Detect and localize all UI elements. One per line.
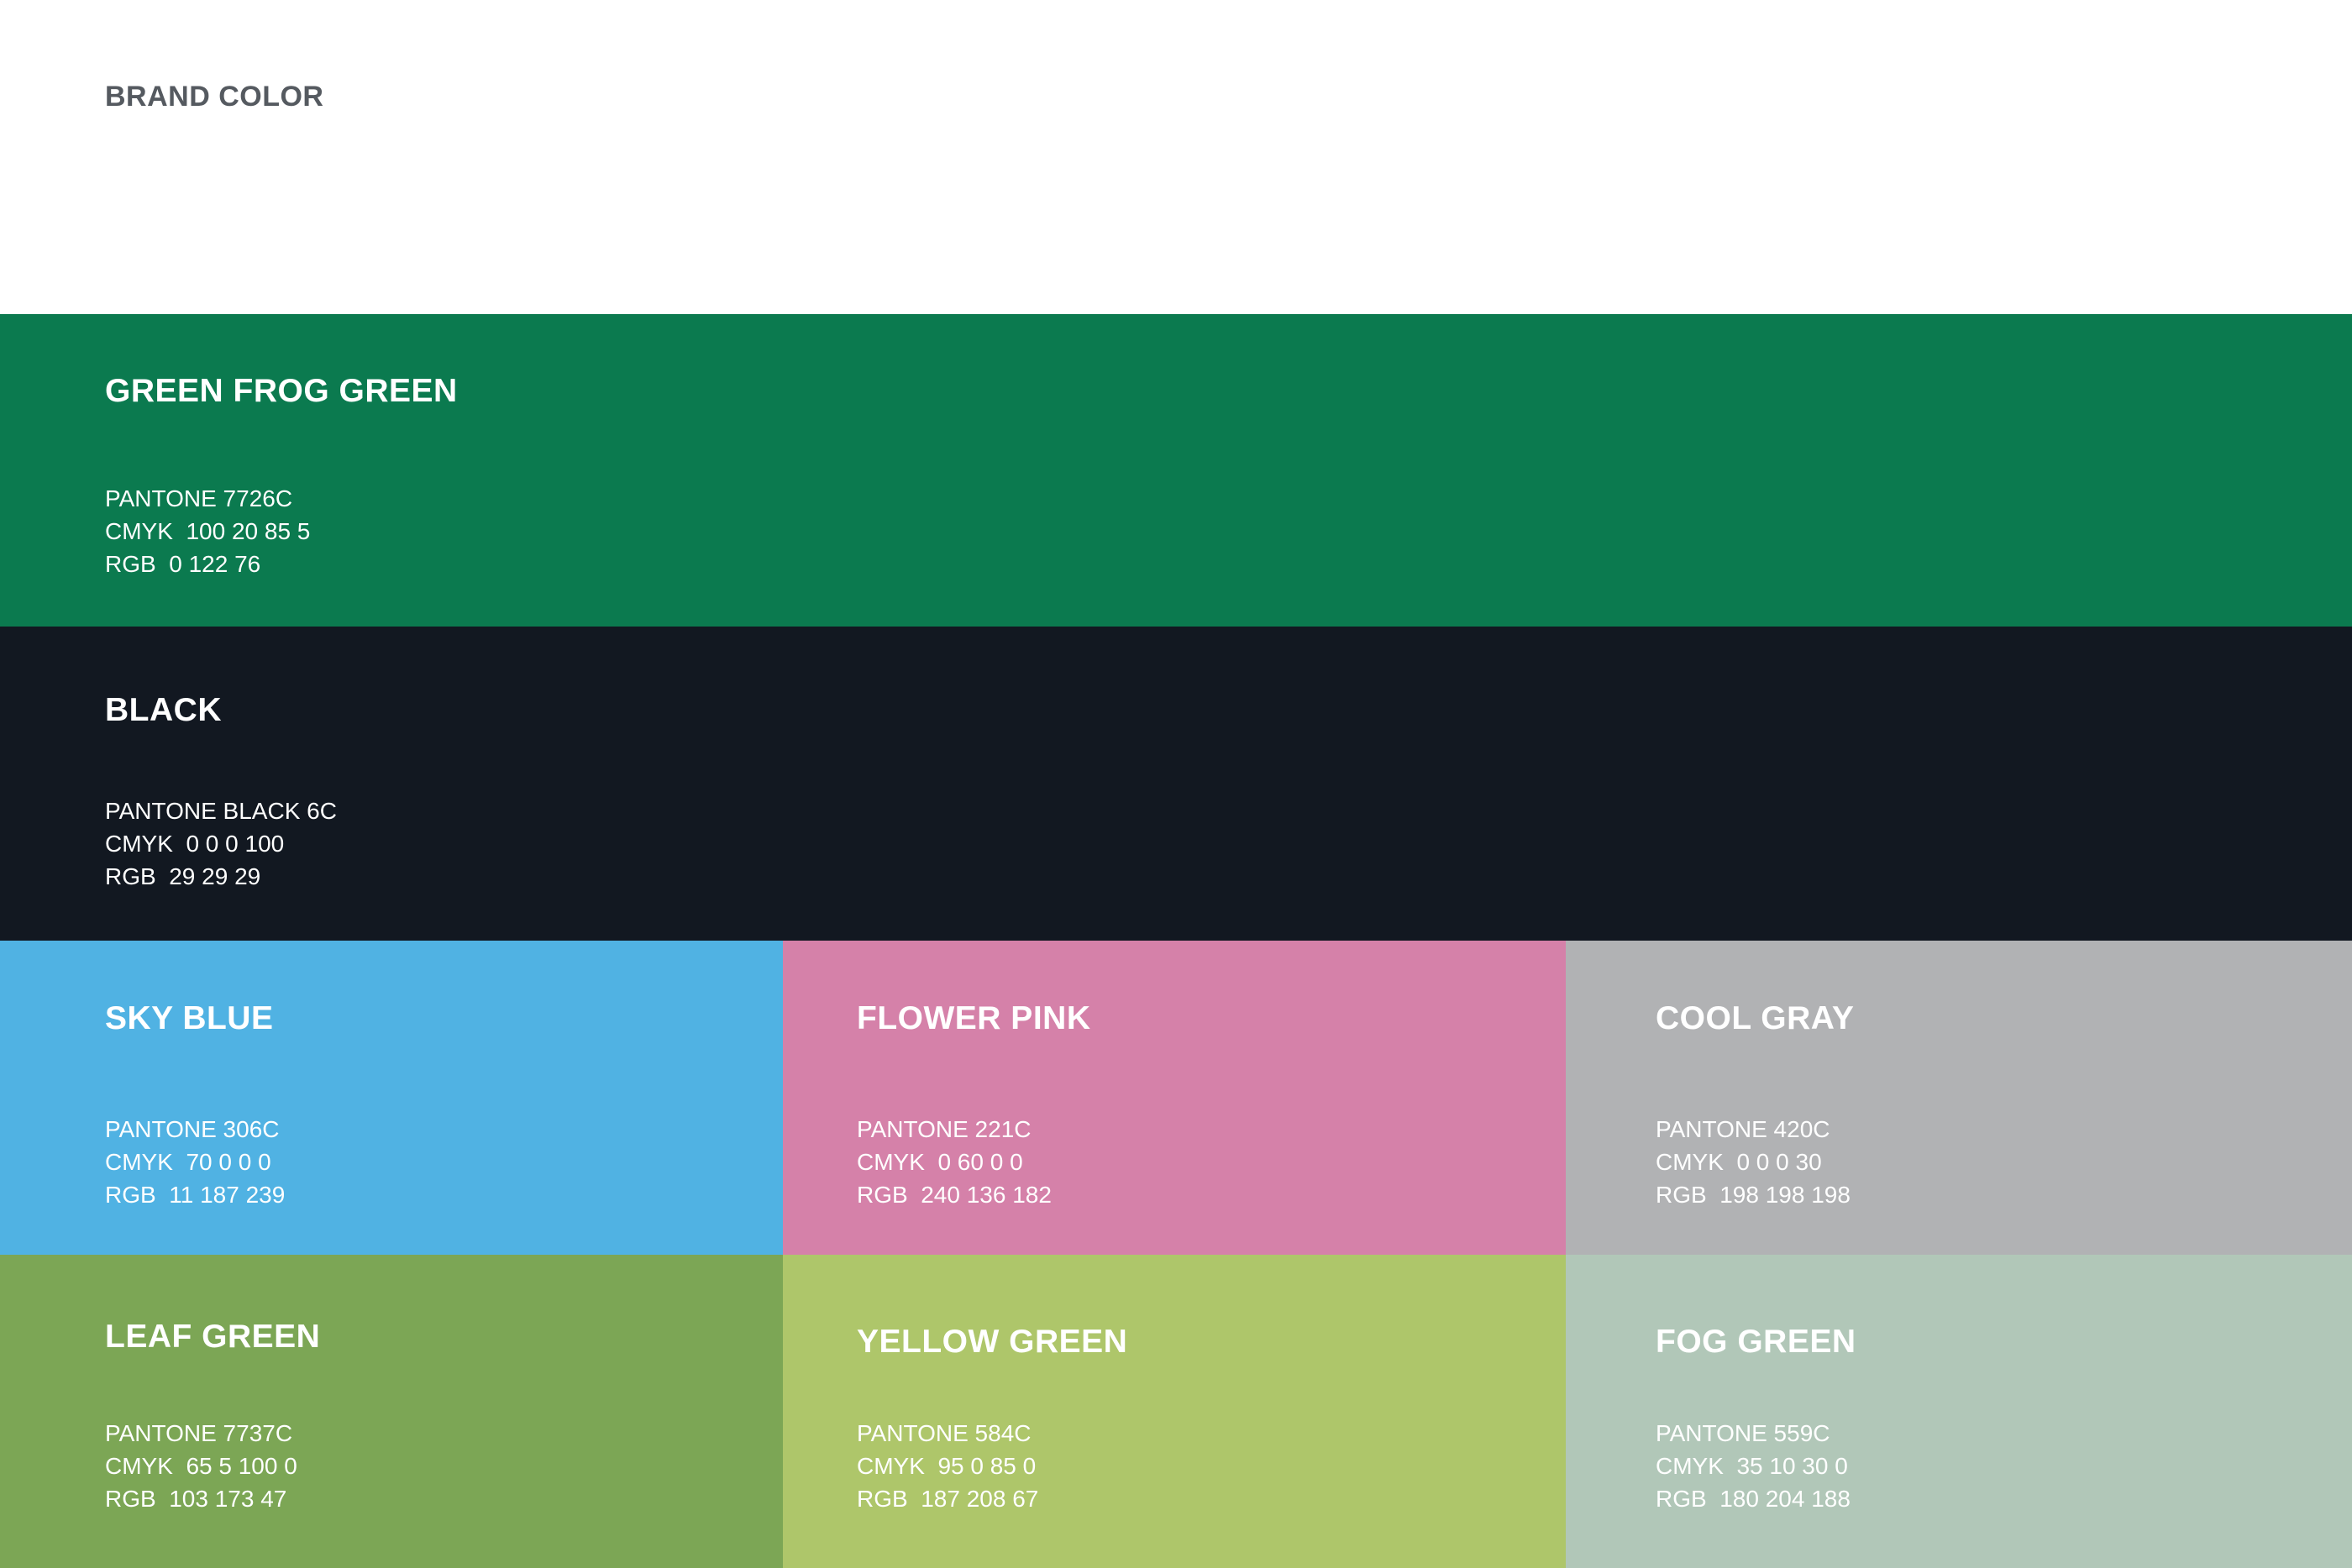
swatch-name: FOG GREEN: [1656, 1324, 1856, 1360]
swatch-fog-green: FOG GREEN PANTONE 559C CMYK 35 10 30 0 R…: [1566, 1255, 2352, 1568]
swatch-name: YELLOW GREEN: [857, 1324, 1128, 1360]
swatch-name: COOL GRAY: [1656, 1000, 1855, 1036]
swatch-specs: PANTONE 306C CMYK 70 0 0 0 RGB 11 187 23…: [105, 1113, 285, 1211]
swatch-black: BLACK PANTONE BLACK 6C CMYK 0 0 0 100 RG…: [0, 627, 2352, 941]
rgb-value: RGB 240 136 182: [857, 1182, 1052, 1208]
brand-color-page: BRAND COLOR GREEN FROG GREEN PANTONE 772…: [0, 0, 2352, 1568]
swatch-leaf-green: LEAF GREEN PANTONE 7737C CMYK 65 5 100 0…: [0, 1255, 783, 1568]
cmyk-value: CMYK 100 20 85 5: [105, 518, 311, 544]
pantone-value: PANTONE 7726C: [105, 485, 293, 511]
swatch-name: BLACK: [105, 692, 222, 728]
cmyk-value: CMYK 0 60 0 0: [857, 1149, 1023, 1175]
rgb-value: RGB 180 204 188: [1656, 1486, 1851, 1512]
swatch-specs: PANTONE BLACK 6C CMYK 0 0 0 100 RGB 29 2…: [105, 794, 337, 893]
page-title: BRAND COLOR: [105, 81, 324, 113]
pantone-value: PANTONE BLACK 6C: [105, 798, 337, 824]
swatch-name: SKY BLUE: [105, 1000, 274, 1036]
swatch-sky-blue: SKY BLUE PANTONE 306C CMYK 70 0 0 0 RGB …: [0, 941, 783, 1255]
rgb-value: RGB 29 29 29: [105, 863, 261, 889]
cmyk-value: CMYK 35 10 30 0: [1656, 1453, 1848, 1479]
cmyk-value: CMYK 95 0 85 0: [857, 1453, 1037, 1479]
swatch-specs: PANTONE 7737C CMYK 65 5 100 0 RGB 103 17…: [105, 1417, 297, 1515]
swatch-green-frog-green: GREEN FROG GREEN PANTONE 7726C CMYK 100 …: [0, 314, 2352, 627]
rgb-value: RGB 0 122 76: [105, 551, 261, 577]
swatch-name: GREEN FROG GREEN: [105, 373, 458, 409]
pantone-value: PANTONE 306C: [105, 1116, 280, 1142]
pantone-value: PANTONE 7737C: [105, 1420, 293, 1446]
rgb-value: RGB 198 198 198: [1656, 1182, 1851, 1208]
pantone-value: PANTONE 221C: [857, 1116, 1032, 1142]
pantone-value: PANTONE 420C: [1656, 1116, 1830, 1142]
pantone-value: PANTONE 559C: [1656, 1420, 1830, 1446]
rgb-value: RGB 187 208 67: [857, 1486, 1039, 1512]
swatch-yellow-green: YELLOW GREEN PANTONE 584C CMYK 95 0 85 0…: [783, 1255, 1566, 1568]
cmyk-value: CMYK 65 5 100 0: [105, 1453, 297, 1479]
swatch-cool-gray: COOL GRAY PANTONE 420C CMYK 0 0 0 30 RGB…: [1566, 941, 2352, 1255]
swatch-specs: PANTONE 420C CMYK 0 0 0 30 RGB 198 198 1…: [1656, 1113, 1851, 1211]
cmyk-value: CMYK 0 0 0 100: [105, 831, 285, 857]
swatch-name: LEAF GREEN: [105, 1319, 321, 1355]
rgb-value: RGB 103 173 47: [105, 1486, 287, 1512]
swatch-flower-pink: FLOWER PINK PANTONE 221C CMYK 0 60 0 0 R…: [783, 941, 1566, 1255]
swatch-specs: PANTONE 584C CMYK 95 0 85 0 RGB 187 208 …: [857, 1417, 1038, 1515]
swatch-specs: PANTONE 559C CMYK 35 10 30 0 RGB 180 204…: [1656, 1417, 1851, 1515]
cmyk-value: CMYK 70 0 0 0: [105, 1149, 271, 1175]
swatch-specs: PANTONE 221C CMYK 0 60 0 0 RGB 240 136 1…: [857, 1113, 1052, 1211]
swatch-name: FLOWER PINK: [857, 1000, 1091, 1036]
pantone-value: PANTONE 584C: [857, 1420, 1032, 1446]
rgb-value: RGB 11 187 239: [105, 1182, 286, 1208]
cmyk-value: CMYK 0 0 0 30: [1656, 1149, 1822, 1175]
swatch-specs: PANTONE 7726C CMYK 100 20 85 5 RGB 0 122…: [105, 482, 310, 580]
